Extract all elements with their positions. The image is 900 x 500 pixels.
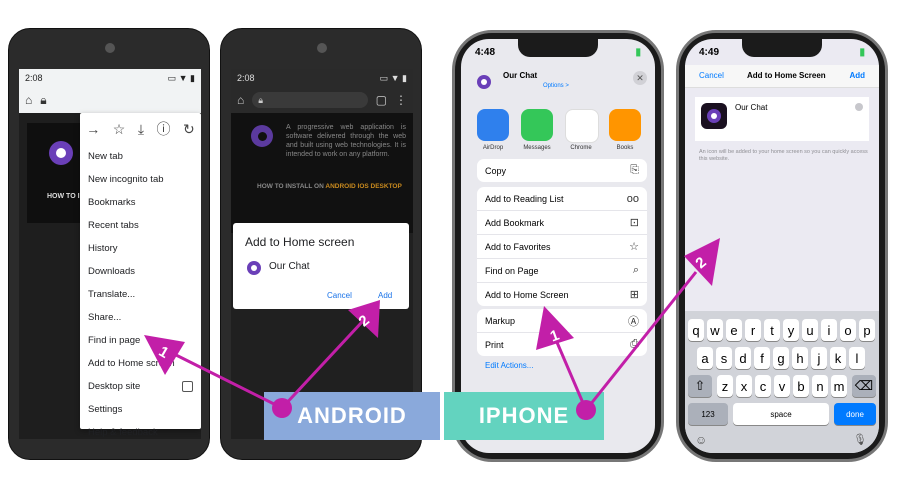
arrow-origin-dot: [576, 400, 596, 420]
arrow-line: [169, 350, 283, 410]
arrow-line: [584, 271, 698, 411]
arrow-line: [554, 339, 588, 411]
instruction-arrows: 1 2 1 2: [144, 238, 720, 420]
arrow-origin-dot: [272, 398, 292, 418]
arrow-line: [280, 320, 364, 410]
